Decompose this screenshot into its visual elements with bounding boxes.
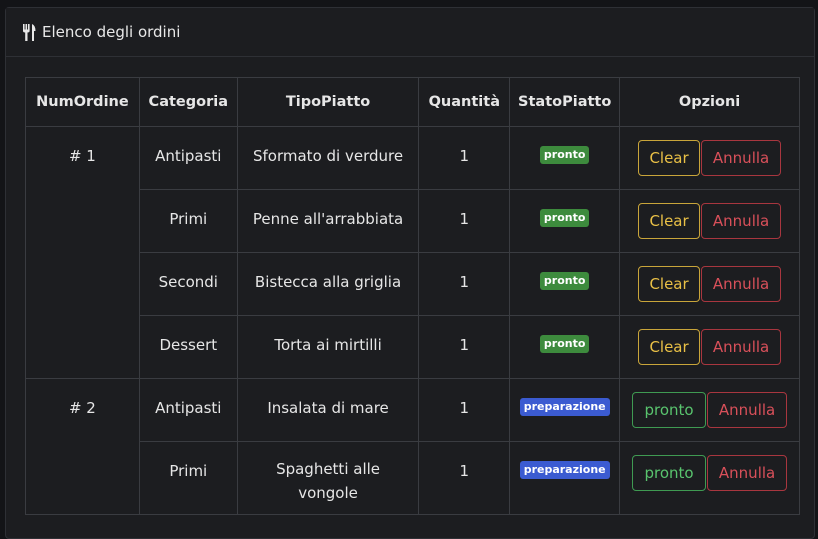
categoria-text: Secondi [158,273,218,291]
quantita-cell: 1 [418,126,511,190]
opzioni-cell: Clear Annulla [619,189,800,253]
column-header-statopiatto: StatoPiatto [509,77,621,127]
tipopiatto-cell: Spaghetti alle vongole [236,441,420,515]
stato-cell: pronto [509,252,621,316]
opzioni-cell: pronto Annulla [619,378,800,442]
tipopiatto-text: Sformato di verdure [253,147,404,165]
column-header-opzioni: Opzioni [619,77,800,127]
stato-cell: preparazione [509,441,621,515]
quantita-text: 1 [459,462,470,480]
clear-button[interactable]: Clear [638,266,701,302]
opzioni-cell: pronto Annulla [619,441,800,515]
categoria-cell: Antipasti [138,126,238,190]
page-title: Elenco degli ordini [42,23,181,41]
clear-button[interactable]: Clear [638,203,701,239]
table-row: Primi Spaghetti alle vongole 1 preparazi… [26,441,800,515]
quantita-text: 1 [459,147,470,165]
page: Elenco degli ordini NumOrdine Categoria … [0,0,818,539]
quantita-text: 1 [459,399,470,417]
quantita-text: 1 [459,336,470,354]
categoria-text: Primi [169,462,208,480]
stato-cell: preparazione [509,378,621,442]
status-badge: preparazione [519,398,610,416]
categoria-cell: Secondi [138,252,238,316]
opzioni-cell: Clear Annulla [619,126,800,190]
annulla-button[interactable]: Annulla [701,140,782,176]
quantita-cell: 1 [418,252,511,316]
order-number: # 2 [68,399,96,417]
pronto-button[interactable]: pronto [632,392,707,428]
order-number-cell: # 2 [25,378,140,515]
table-row: Dessert Torta ai mirtilli 1 pronto Clear… [26,315,800,379]
opzioni-cell: Clear Annulla [619,315,800,379]
table-header-row: NumOrdine Categoria TipoPiatto Quantità … [25,77,800,127]
table-row: Primi Penne all'arrabbiata 1 pronto Clea… [26,189,800,253]
orders-table: NumOrdine Categoria TipoPiatto Quantità … [25,77,800,515]
quantita-text: 1 [459,210,470,228]
categoria-text: Antipasti [155,399,222,417]
categoria-text: Dessert [159,336,218,354]
utensils-icon [22,23,38,41]
annulla-button[interactable]: Annulla [707,392,788,428]
status-badge: pronto [539,272,590,290]
tipopiatto-text: Insalata di mare [267,399,389,417]
quantita-text: 1 [459,273,470,291]
pronto-button[interactable]: pronto [632,455,707,491]
categoria-text: Primi [169,210,208,228]
status-badge: pronto [539,209,590,227]
categoria-text: Antipasti [155,147,222,165]
column-header-quantita: Quantità [418,77,511,127]
tipopiatto-cell: Torta ai mirtilli [236,315,420,379]
status-badge: preparazione [519,461,610,479]
annulla-button[interactable]: Annulla [701,203,782,239]
tipopiatto-cell: Sformato di verdure [236,126,420,190]
tipopiatto-text: Torta ai mirtilli [274,336,382,354]
categoria-cell: Antipasti [138,378,238,442]
tipopiatto-cell: Bistecca alla griglia [236,252,420,316]
stato-cell: pronto [509,126,621,190]
clear-button[interactable]: Clear [638,329,701,365]
categoria-cell: Primi [138,189,238,253]
clear-button[interactable]: Clear [638,140,701,176]
categoria-cell: Dessert [138,315,238,379]
categoria-cell: Primi [138,441,238,515]
annulla-button[interactable]: Annulla [701,266,782,302]
table-row: Secondi Bistecca alla griglia 1 pronto C… [26,252,800,316]
column-header-categoria: Categoria [138,77,238,127]
column-header-numordine: NumOrdine [25,77,140,127]
order-number-cell: # 1 [25,126,140,379]
annulla-button[interactable]: Annulla [701,329,782,365]
card-header: Elenco degli ordini [6,8,814,57]
tipopiatto-text: Spaghetti alle vongole [276,460,381,502]
quantita-cell: 1 [418,378,511,442]
orders-card: Elenco degli ordini NumOrdine Categoria … [5,7,815,539]
tipopiatto-cell: Penne all'arrabbiata [236,189,420,253]
table-row: # 2 Antipasti Insalata di mare 1 prepara… [25,378,800,515]
status-badge: pronto [539,146,590,164]
table-row: # 1 Antipasti Sformato di verdure 1 pron… [25,126,800,379]
quantita-cell: 1 [418,315,511,379]
tipopiatto-text: Penne all'arrabbiata [252,210,404,228]
stato-cell: pronto [509,315,621,379]
tipopiatto-text: Bistecca alla griglia [254,273,402,291]
order-number: # 1 [68,147,96,165]
tipopiatto-cell: Insalata di mare [236,378,420,442]
opzioni-cell: Clear Annulla [619,252,800,316]
quantita-cell: 1 [418,441,511,515]
status-badge: pronto [539,335,590,353]
quantita-cell: 1 [418,189,511,253]
annulla-button[interactable]: Annulla [707,455,788,491]
stato-cell: pronto [509,189,621,253]
column-header-tipopiatto: TipoPiatto [236,77,420,127]
